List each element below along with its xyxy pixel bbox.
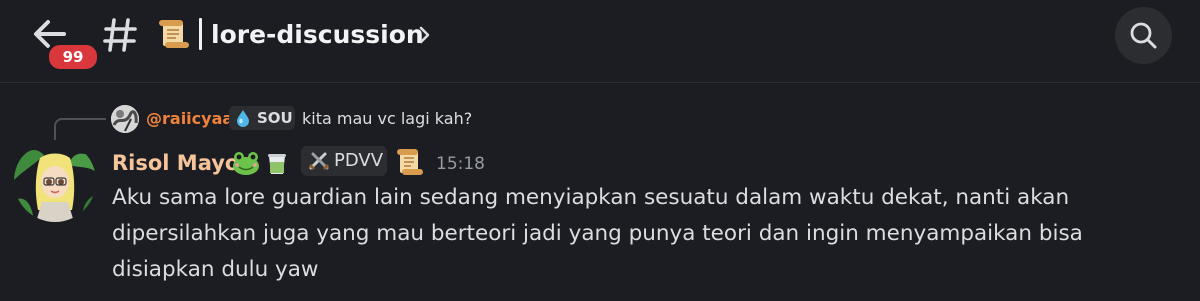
reply-avatar-image [111,105,139,133]
message-author-name[interactable]: Risol Mayo [112,148,239,178]
message-timestamp: 15:18 [436,154,485,174]
tea-cup-icon [268,154,286,174]
author-avatar[interactable] [14,140,96,222]
crossed-swords-icon [308,152,330,171]
channel-name-divider [199,18,202,50]
role-tag[interactable]: PDVV [301,146,387,176]
channel-name[interactable]: lore-discussion [211,17,424,53]
hashtag-icon [103,18,137,52]
chevron-right-icon[interactable] [416,24,432,46]
scroll-icon [397,149,423,175]
reply-author-name[interactable]: @raiicyaa [146,107,233,131]
reply-avatar[interactable] [111,105,139,133]
reply-preview-text[interactable]: kita mau vc lagi kah? [302,107,472,131]
reply-server-tag[interactable]: SOU [229,106,295,130]
reply-tag-label: SOU [257,109,293,127]
unread-badge: 99 [46,42,100,72]
channel-header: 99 lore-discussion [0,0,1200,83]
scroll-icon [159,20,189,48]
role-tag-label: PDVV [334,150,384,171]
message-content[interactable]: Aku sama lore guardian lain sedang menyi… [112,180,1192,288]
water-drop-icon [237,110,249,127]
search-icon [1130,22,1157,49]
frog-face-icon [233,152,259,175]
search-button[interactable] [1115,7,1172,64]
reply-connector [54,118,106,142]
author-avatar-image [14,140,96,222]
